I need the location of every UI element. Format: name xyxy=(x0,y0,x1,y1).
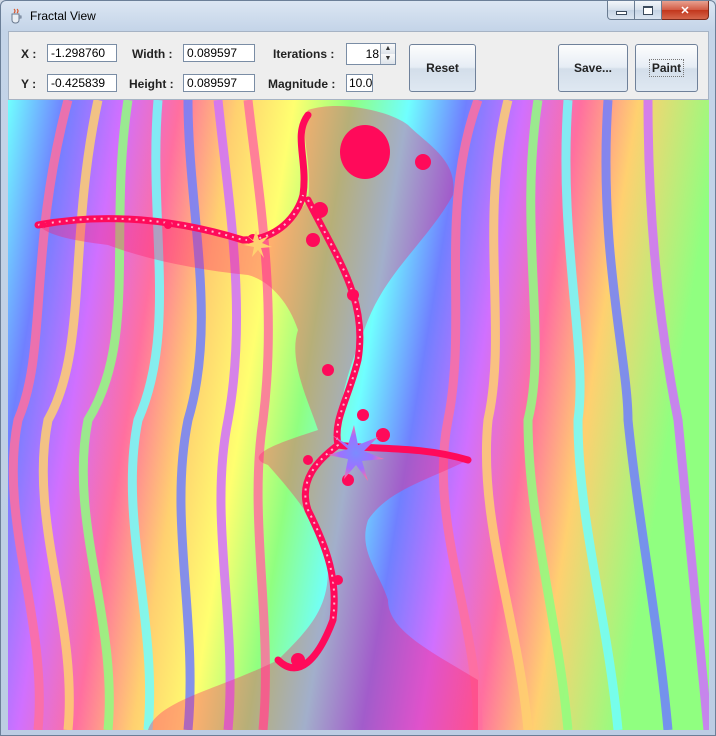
fractal-canvas[interactable] xyxy=(8,100,709,730)
paint-button[interactable]: Paint xyxy=(635,44,698,92)
paint-button-label: Paint xyxy=(648,59,685,77)
iterations-spinner[interactable]: 18 ▲ ▼ xyxy=(346,43,396,65)
app-window: Fractal View ✕ X : -1.298760 Y : -0.4258… xyxy=(0,0,716,736)
spinner-down-button[interactable]: ▼ xyxy=(380,54,395,64)
control-panel: X : -1.298760 Y : -0.425839 Width : 0.08… xyxy=(8,31,709,100)
minimize-icon xyxy=(615,11,627,15)
window-title: Fractal View xyxy=(30,9,96,23)
java-cup-icon xyxy=(11,8,22,24)
x-label: X : xyxy=(21,47,37,61)
iterations-label: Iterations : xyxy=(273,47,335,61)
height-label: Height : xyxy=(129,77,174,91)
x-field[interactable]: -1.298760 xyxy=(47,44,117,62)
y-label: Y : xyxy=(21,77,37,91)
magnitude-field[interactable]: 10.0 xyxy=(346,74,373,92)
close-icon: ✕ xyxy=(680,4,690,17)
reset-button[interactable]: Reset xyxy=(409,44,476,92)
maximize-icon xyxy=(643,5,653,15)
chevron-down-icon: ▼ xyxy=(384,55,392,62)
fractal-image xyxy=(8,100,709,730)
close-button[interactable]: ✕ xyxy=(662,1,709,20)
y-field[interactable]: -0.425839 xyxy=(47,74,117,92)
title-bar[interactable]: Fractal View ✕ xyxy=(1,1,715,31)
minimize-button[interactable] xyxy=(607,1,635,20)
iterations-value: 18 xyxy=(365,47,379,61)
width-field[interactable]: 0.089597 xyxy=(183,44,255,62)
save-button[interactable]: Save... xyxy=(558,44,628,92)
height-field[interactable]: 0.089597 xyxy=(183,74,255,92)
chevron-up-icon: ▲ xyxy=(384,45,392,52)
magnitude-label: Magnitude : xyxy=(268,77,336,91)
spinner-up-button[interactable]: ▲ xyxy=(380,44,395,54)
width-label: Width : xyxy=(132,47,173,61)
maximize-button[interactable] xyxy=(635,1,662,20)
